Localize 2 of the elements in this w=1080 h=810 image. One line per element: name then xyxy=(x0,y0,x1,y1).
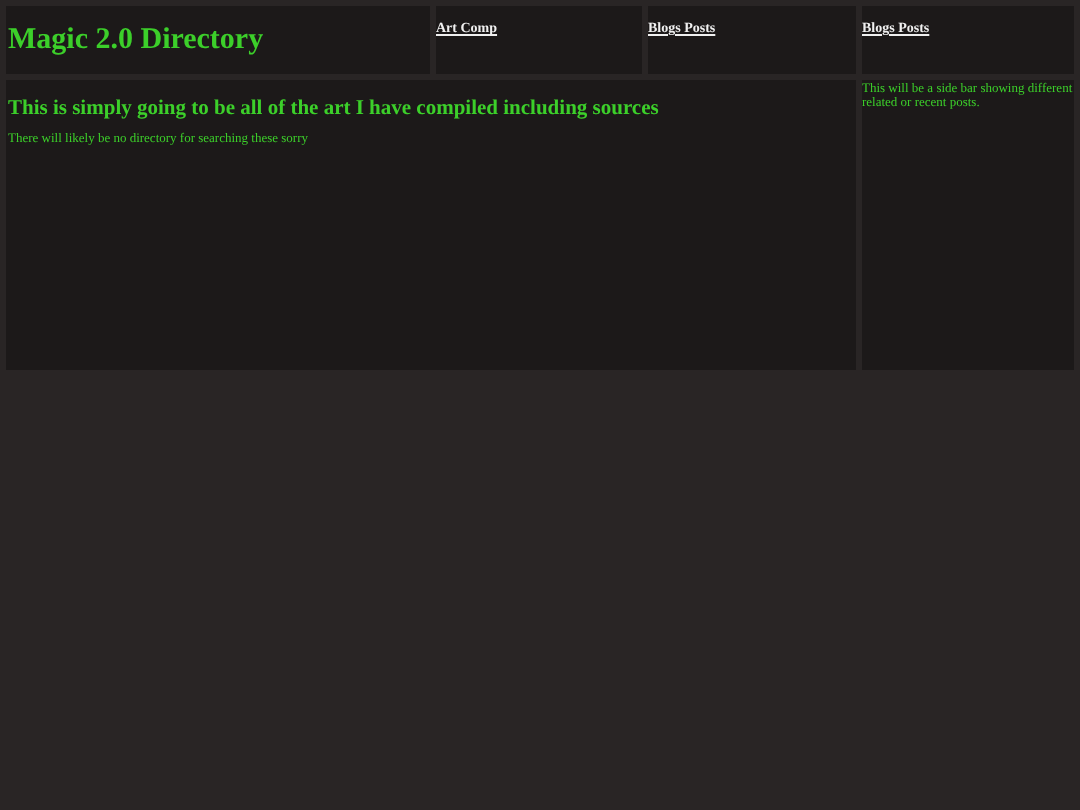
site-title: Magic 2.0 Directory xyxy=(8,23,264,57)
main-heading: This is simply going to be all of the art I have compiled including sources xyxy=(8,98,661,120)
